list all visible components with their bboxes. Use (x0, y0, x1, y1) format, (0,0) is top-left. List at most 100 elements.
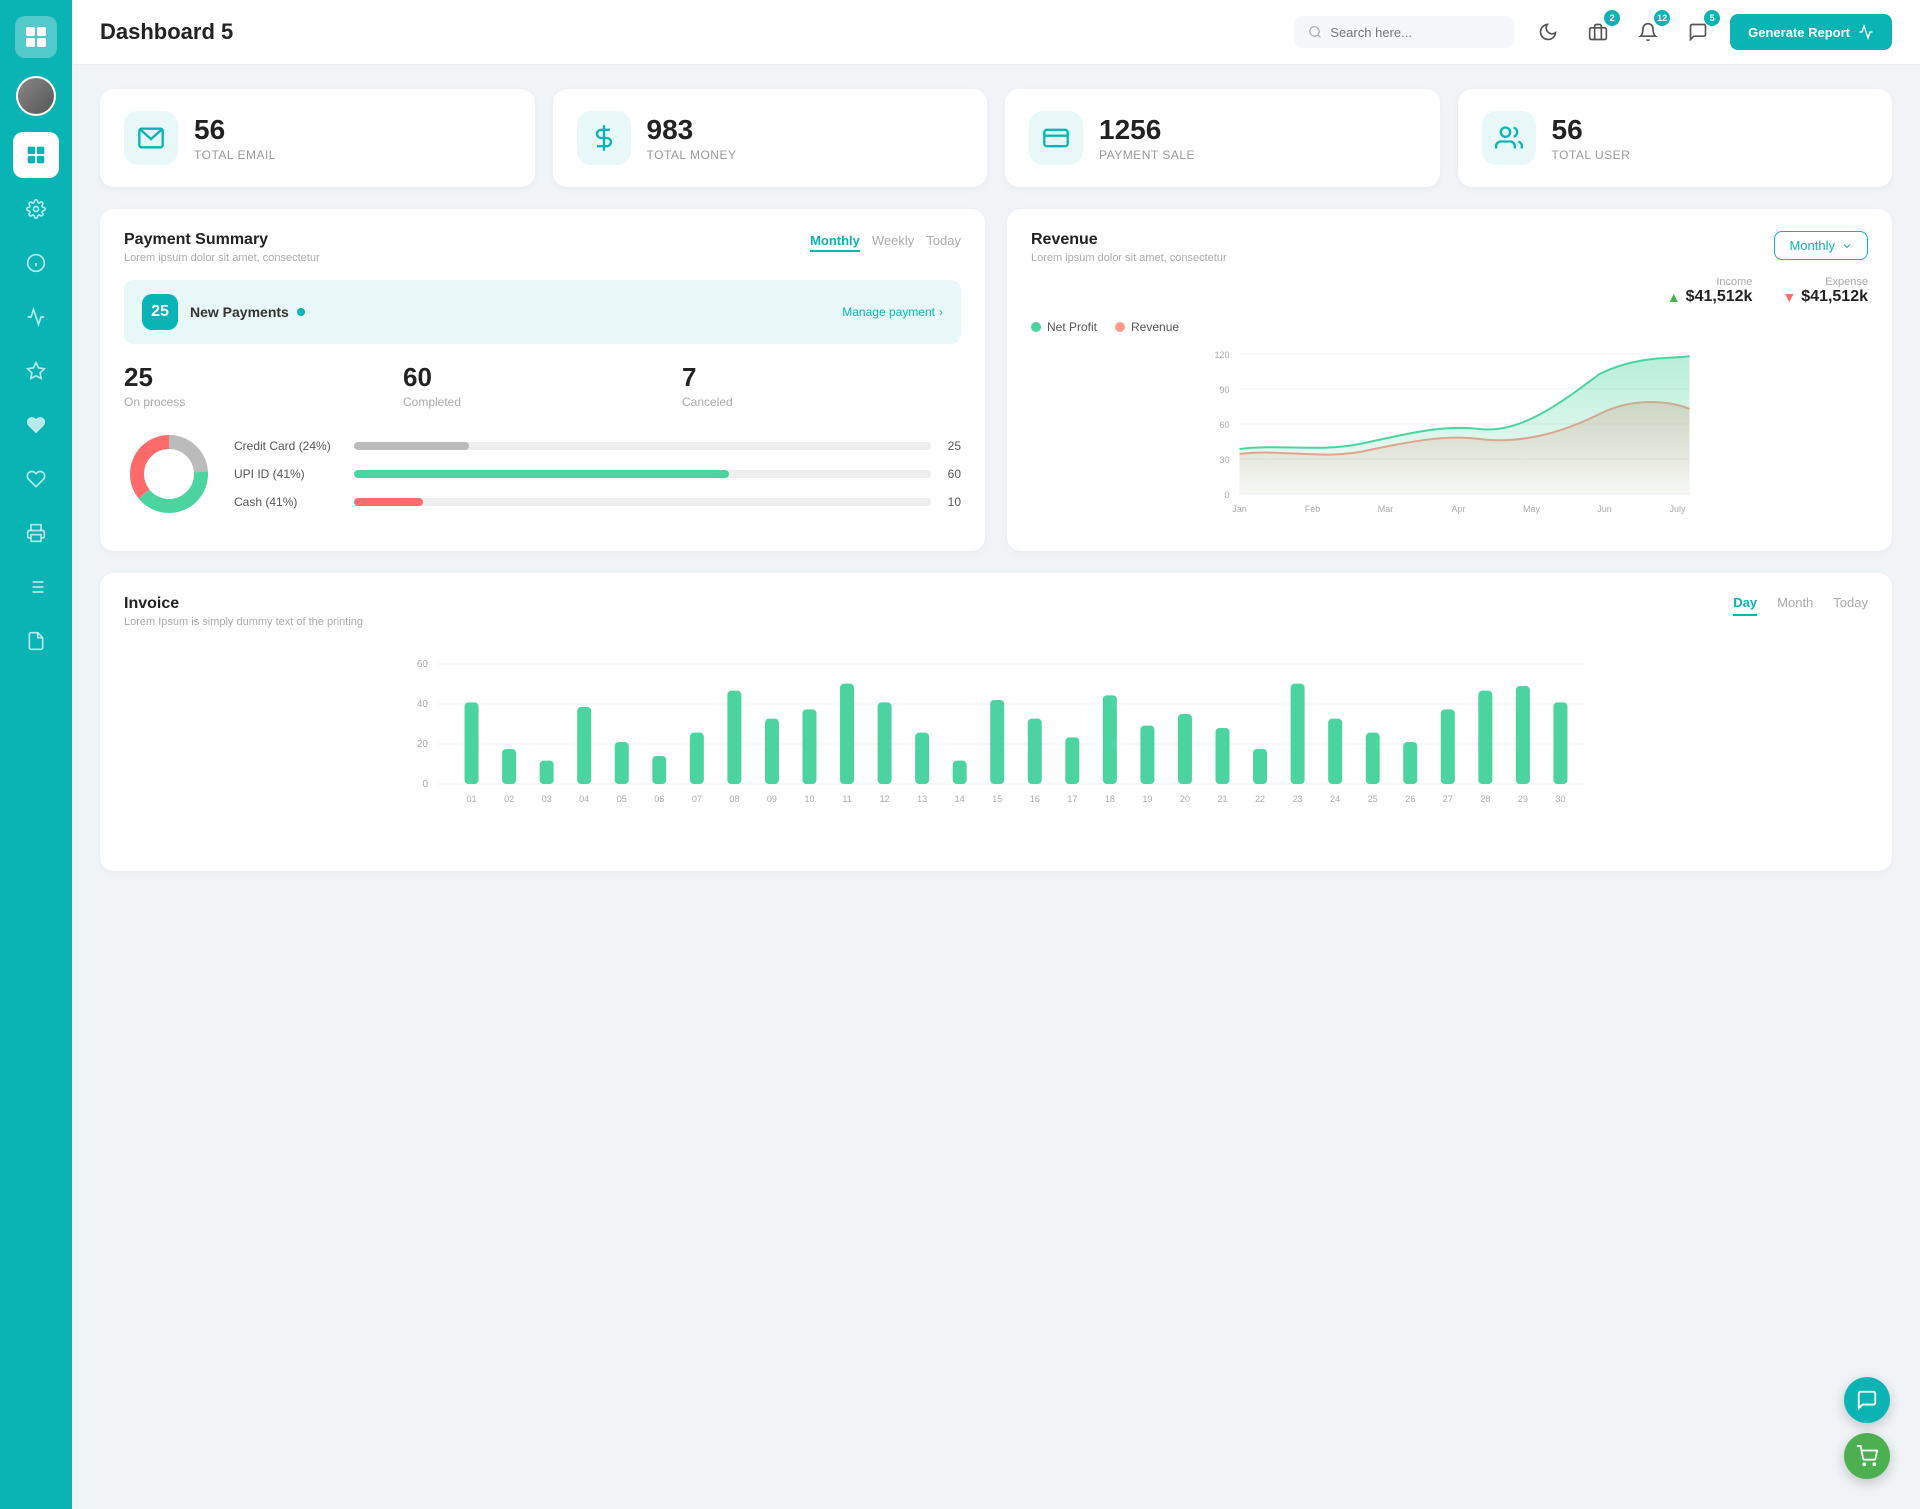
email-label: TOTAL EMAIL (194, 148, 276, 162)
tab-today[interactable]: Today (926, 231, 961, 252)
stat-mini-onprocess: 25 On process (124, 362, 403, 409)
progress-bar-fill-upi (354, 470, 729, 478)
expense-label: Expense (1825, 276, 1868, 288)
invoice-card: Invoice Lorem Ipsum is simply dummy text… (100, 573, 1892, 871)
income-value: $41,512k (1686, 288, 1753, 306)
progress-bar-fill-cash (354, 498, 423, 506)
page-title: Dashboard 5 (100, 19, 1278, 45)
svg-text:May: May (1523, 504, 1541, 514)
svg-text:05: 05 (617, 794, 627, 804)
stat-card-money: 983 TOTAL MONEY (553, 89, 988, 187)
svg-text:29: 29 (1518, 794, 1528, 804)
sidebar-item-favorites[interactable] (13, 402, 59, 448)
svg-text:06: 06 (654, 794, 664, 804)
wallet-icon-btn[interactable]: 2 (1580, 14, 1616, 50)
svg-text:60: 60 (417, 659, 429, 670)
content-area: 56 TOTAL EMAIL 983 TOTAL MONEY 1256 (72, 65, 1920, 895)
stat-card-user: 56 TOTAL USER (1458, 89, 1893, 187)
income-icon: ▲ (1667, 289, 1681, 305)
new-payments-label: New Payments (190, 304, 830, 320)
sidebar-item-star[interactable] (13, 348, 59, 394)
svg-text:25: 25 (1368, 794, 1378, 804)
income-expense-row: Income ▲ $41,512k Expense ▼ $41,512k (1031, 276, 1868, 306)
payment-summary-title: Payment Summary (124, 231, 320, 249)
fab-container (1844, 1377, 1890, 1479)
sidebar-item-list[interactable] (13, 564, 59, 610)
search-input[interactable] (1330, 25, 1500, 40)
svg-text:04: 04 (579, 794, 589, 804)
svg-text:10: 10 (804, 794, 814, 804)
svg-text:03: 03 (542, 794, 552, 804)
invoice-title: Invoice (124, 595, 363, 613)
avatar[interactable] (16, 76, 56, 116)
manage-payment-link[interactable]: Manage payment › (842, 305, 943, 319)
svg-text:Jan: Jan (1232, 504, 1247, 514)
svg-text:30: 30 (1219, 455, 1229, 465)
money-count: 983 (647, 114, 737, 146)
cart-fab[interactable] (1844, 1433, 1890, 1479)
stat-card-email: 56 TOTAL EMAIL (100, 89, 535, 187)
svg-text:16: 16 (1030, 794, 1040, 804)
sidebar-item-documents[interactable] (13, 618, 59, 664)
svg-text:27: 27 (1443, 794, 1453, 804)
svg-text:0: 0 (422, 779, 428, 790)
svg-text:21: 21 (1218, 794, 1228, 804)
email-count: 56 (194, 114, 276, 146)
progress-bar-fill-creditcard (354, 442, 469, 450)
payment-count: 1256 (1099, 114, 1195, 146)
revenue-monthly-button[interactable]: Monthly (1774, 231, 1868, 260)
sidebar-item-print[interactable] (13, 510, 59, 556)
revenue-card: Revenue Lorem ipsum dolor sit amet, cons… (1007, 209, 1892, 551)
header-icons: 2 12 5 Generate Report (1530, 14, 1892, 50)
svg-text:90: 90 (1219, 385, 1229, 395)
revenue-chart: 120 90 60 30 0 (1031, 344, 1868, 524)
svg-text:19: 19 (1142, 794, 1152, 804)
stats-row: 56 TOTAL EMAIL 983 TOTAL MONEY 1256 (100, 89, 1892, 187)
sidebar-item-analytics[interactable] (13, 294, 59, 340)
support-fab[interactable] (1844, 1377, 1890, 1423)
progress-item-upi: UPI ID (41%) 60 (234, 467, 961, 481)
invoice-tab-day[interactable]: Day (1733, 595, 1757, 616)
stat-card-payment: 1256 PAYMENT SALE (1005, 89, 1440, 187)
payment-summary-card: Payment Summary Lorem ipsum dolor sit am… (100, 209, 985, 551)
sidebar-item-settings[interactable] (13, 186, 59, 232)
tab-weekly[interactable]: Weekly (872, 231, 914, 252)
tab-monthly[interactable]: Monthly (810, 231, 860, 252)
sidebar-item-info[interactable] (13, 240, 59, 286)
sidebar-item-dashboard[interactable] (13, 132, 59, 178)
progress-list: Credit Card (24%) 25 UPI ID (41%) 60 (234, 439, 961, 509)
search-icon (1308, 24, 1322, 40)
svg-text:18: 18 (1105, 794, 1115, 804)
generate-report-button[interactable]: Generate Report (1730, 14, 1892, 50)
invoice-tab-month[interactable]: Month (1777, 595, 1813, 616)
svg-text:17: 17 (1067, 794, 1077, 804)
income-label: Income (1716, 276, 1752, 288)
progress-bar-bg-upi (354, 470, 931, 478)
progress-bar-bg-cash (354, 498, 931, 506)
invoice-chart-container: 60 40 20 0 01020304050607080910111213141… (124, 644, 1868, 849)
svg-text:Mar: Mar (1378, 504, 1394, 514)
svg-text:12: 12 (880, 794, 890, 804)
legend-dot-netprofit (1031, 322, 1041, 332)
expense-value: $41,512k (1801, 288, 1868, 306)
svg-text:24: 24 (1330, 794, 1340, 804)
bell-badge: 12 (1654, 10, 1670, 26)
svg-text:23: 23 (1293, 794, 1303, 804)
bell-icon-btn[interactable]: 12 (1630, 14, 1666, 50)
money-icon (577, 111, 631, 165)
search-bar[interactable] (1294, 16, 1514, 48)
new-payments-count: 25 (142, 294, 178, 330)
chat-badge: 5 (1704, 10, 1720, 26)
middle-row: Payment Summary Lorem ipsum dolor sit am… (100, 209, 1892, 551)
donut-chart (124, 429, 214, 519)
moon-icon[interactable] (1530, 14, 1566, 50)
sidebar-logo[interactable] (15, 16, 57, 58)
email-icon (124, 111, 178, 165)
svg-text:13: 13 (917, 794, 927, 804)
svg-text:26: 26 (1405, 794, 1415, 804)
sidebar-item-wishlist[interactable] (13, 456, 59, 502)
revenue-title: Revenue (1031, 231, 1227, 249)
svg-text:02: 02 (504, 794, 514, 804)
chat-icon-btn[interactable]: 5 (1680, 14, 1716, 50)
invoice-tab-today[interactable]: Today (1833, 595, 1868, 616)
